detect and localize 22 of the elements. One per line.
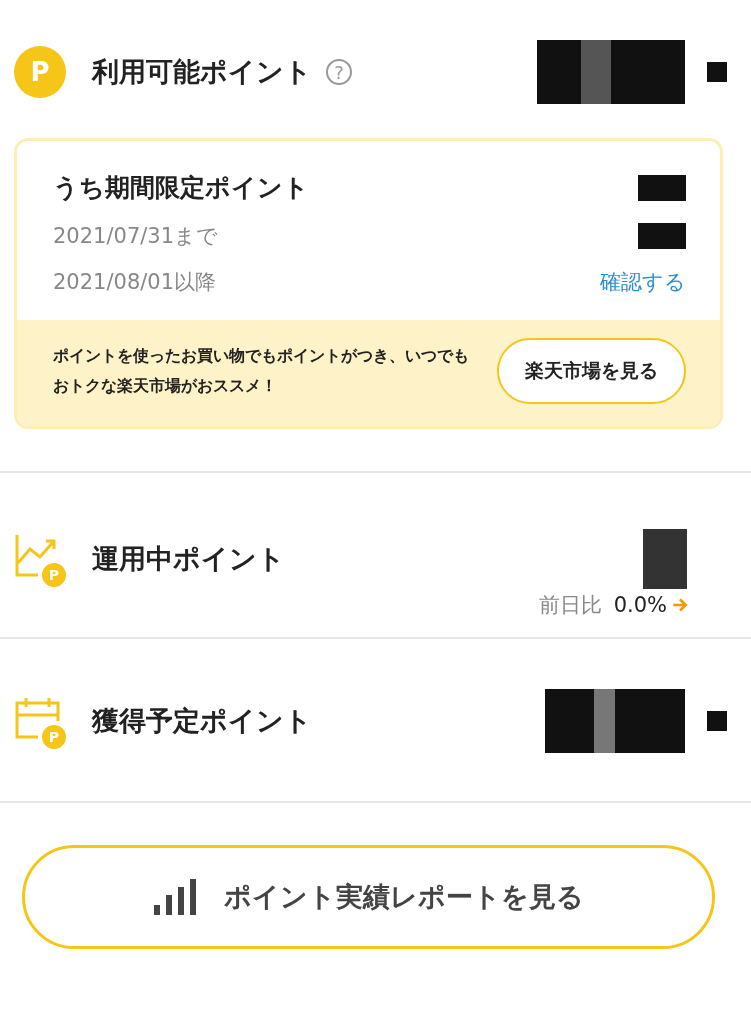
section-title: 運用中ポイント	[92, 542, 285, 576]
card-title: うち期間限定ポイント	[53, 172, 309, 204]
bar-chart-icon	[153, 879, 198, 915]
point-badge: P	[14, 46, 66, 98]
change-value: 0.0%	[613, 593, 667, 617]
confirm-link[interactable]: 確認する	[600, 268, 686, 296]
redacted-amount	[643, 529, 687, 589]
section-title: 獲得予定ポイント	[92, 704, 312, 738]
redacted-unit	[707, 711, 727, 731]
promo-text: ポイントを使ったお買い物でもポイントがつき、いつでもおトクな楽天市場がおススメ！	[53, 344, 470, 397]
section-title: 利用可能ポイント	[92, 55, 312, 89]
arrow-right-icon[interactable]	[671, 596, 689, 614]
market-button[interactable]: 楽天市場を見る	[497, 338, 686, 404]
redacted-amount	[638, 174, 686, 201]
expiry-label: 2021/07/31まで	[53, 223, 219, 250]
report-button[interactable]: ポイント実績レポートを見る	[22, 845, 715, 949]
redacted-unit	[707, 62, 727, 82]
point-badge: P	[40, 561, 68, 589]
change-label: 前日比	[538, 592, 602, 619]
point-badge: P	[40, 723, 68, 751]
redacted-amount	[638, 223, 686, 249]
expiry-label: 2021/08/01以降	[53, 269, 217, 296]
